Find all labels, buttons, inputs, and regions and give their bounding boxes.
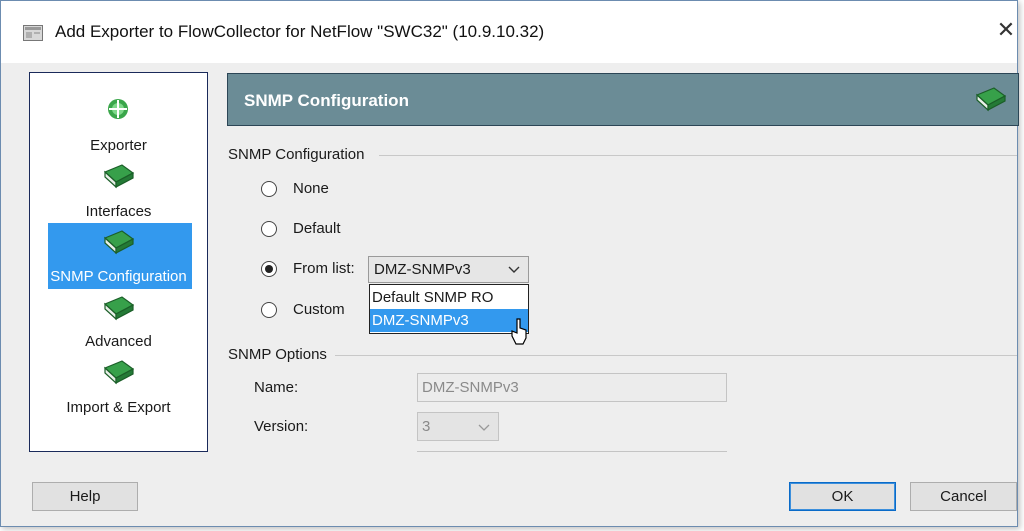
book-icon bbox=[975, 87, 1007, 112]
nav-item-advanced[interactable]: Advanced bbox=[30, 295, 207, 355]
radio-custom[interactable] bbox=[261, 302, 277, 318]
name-label: Name: bbox=[254, 379, 299, 396]
group-divider bbox=[335, 355, 1017, 356]
book-icon bbox=[103, 296, 135, 321]
mouse-pointer-icon bbox=[511, 318, 527, 345]
snmp-profile-dropdown-list: Default SNMP RO DMZ-SNMPv3 bbox=[369, 284, 529, 334]
nav-item-label: Interfaces bbox=[85, 203, 152, 220]
radio-from-list-label[interactable]: From list: bbox=[293, 260, 355, 277]
chevron-down-icon bbox=[508, 266, 520, 273]
nav-item-label: SNMP Configuration bbox=[50, 268, 187, 285]
cancel-button[interactable]: Cancel bbox=[910, 482, 1017, 511]
panel-header: SNMP Configuration bbox=[227, 73, 1019, 126]
close-button[interactable]: ✕ bbox=[995, 15, 1017, 45]
clipped-field-edge bbox=[417, 451, 727, 456]
nav-item-interfaces[interactable]: Interfaces bbox=[30, 163, 207, 223]
dropdown-option-selected[interactable]: DMZ-SNMPv3 bbox=[370, 309, 528, 332]
nav-item-label: Import & Export bbox=[66, 399, 171, 416]
nav-item-label: Exporter bbox=[90, 137, 147, 154]
radio-custom-label[interactable]: Custom bbox=[293, 301, 345, 318]
nav-item-snmp-configuration[interactable]: SNMP Configuration bbox=[30, 227, 207, 289]
dialog-window: Add Exporter to FlowCollector for NetFlo… bbox=[0, 0, 1019, 527]
chevron-down-icon bbox=[478, 424, 490, 431]
radio-none[interactable] bbox=[261, 181, 277, 197]
app-icon bbox=[23, 25, 43, 41]
radio-default-label[interactable]: Default bbox=[293, 220, 341, 237]
version-select[interactable]: 3 bbox=[417, 412, 499, 441]
ok-button[interactable]: OK bbox=[789, 482, 896, 511]
nav-item-exporter[interactable]: Exporter bbox=[30, 91, 207, 159]
radio-none-label[interactable]: None bbox=[293, 180, 329, 197]
snmp-profile-combobox[interactable]: DMZ-SNMPv3 bbox=[368, 256, 529, 283]
version-value: 3 bbox=[422, 418, 431, 435]
nav-item-label: Advanced bbox=[85, 333, 152, 350]
snmp-configuration-group-label: SNMP Configuration bbox=[228, 146, 365, 163]
book-icon bbox=[103, 360, 135, 385]
nav-item-import-export[interactable]: Import & Export bbox=[30, 359, 207, 421]
version-label: Version: bbox=[254, 418, 309, 435]
dropdown-option[interactable]: Default SNMP RO bbox=[370, 286, 528, 309]
exporter-icon bbox=[108, 99, 128, 119]
snmp-options-group-label: SNMP Options bbox=[228, 346, 327, 363]
help-button[interactable]: Help bbox=[32, 482, 138, 511]
radio-from-list[interactable] bbox=[261, 261, 277, 277]
book-icon bbox=[103, 230, 135, 255]
navigation-panel: Exporter Interfaces SNMP Configuration A… bbox=[29, 72, 208, 452]
panel-title: SNMP Configuration bbox=[244, 91, 409, 110]
combobox-value: DMZ-SNMPv3 bbox=[374, 261, 471, 278]
title-bar: Add Exporter to FlowCollector for NetFlo… bbox=[1, 1, 1017, 63]
radio-default[interactable] bbox=[261, 221, 277, 237]
book-icon bbox=[103, 164, 135, 189]
group-divider bbox=[379, 155, 1017, 156]
dialog-title: Add Exporter to FlowCollector for NetFlo… bbox=[55, 22, 545, 41]
name-field[interactable]: DMZ-SNMPv3 bbox=[417, 373, 727, 402]
